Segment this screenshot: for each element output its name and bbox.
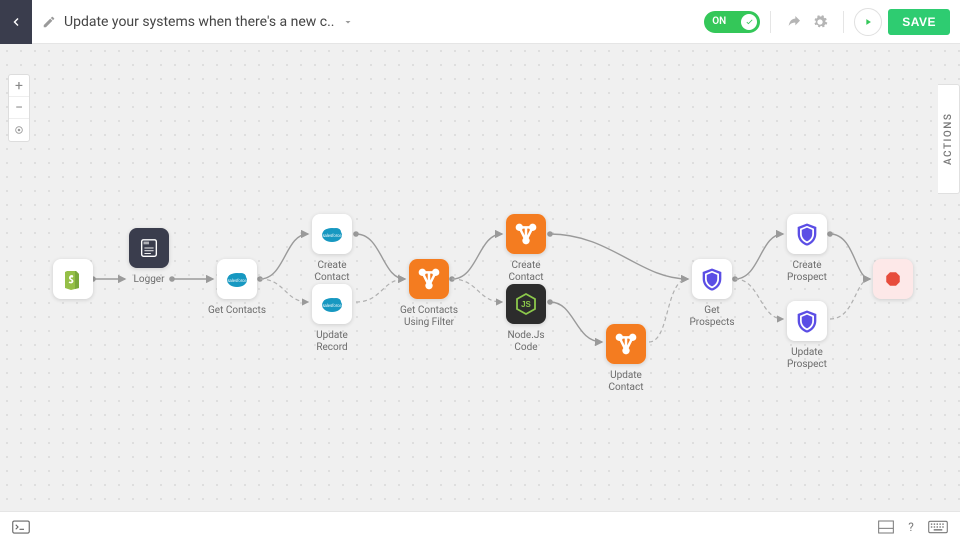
node-label: Get Contacts Using Filter — [398, 305, 460, 329]
node-label: Update Record — [301, 330, 363, 354]
divider — [770, 11, 771, 33]
node-label: Create Contact — [495, 260, 557, 284]
salesforce-icon — [316, 292, 348, 316]
stop-icon — [884, 270, 902, 288]
pencil-icon[interactable] — [42, 15, 56, 29]
svg-text:?: ? — [908, 520, 914, 534]
workflow-title[interactable]: Update your systems when there's a new c… — [64, 14, 334, 30]
topbar: Update your systems when there's a new c… — [0, 0, 960, 44]
run-button[interactable] — [854, 8, 882, 36]
layout-icon — [878, 520, 894, 534]
hubspot-icon — [409, 259, 449, 299]
node-label: Update Contact — [595, 370, 657, 394]
node-logger[interactable]: Logger — [118, 228, 180, 286]
zoom-target-button[interactable] — [9, 119, 29, 141]
check-icon — [745, 17, 754, 26]
pardot-icon — [698, 265, 726, 293]
zoom-in-button[interactable]: + — [9, 75, 29, 97]
node-update-record[interactable]: Update Record — [301, 284, 363, 354]
node-label: Get Prospects — [681, 305, 743, 329]
node-label: Create Prospect — [776, 260, 838, 284]
node-label: Node.Js Code — [495, 330, 557, 354]
node-get-prospects[interactable]: Get Prospects — [681, 259, 743, 329]
node-create-prospect[interactable]: Create Prospect — [776, 214, 838, 284]
save-button[interactable]: SAVE — [888, 9, 950, 35]
workflow-title-wrap: Update your systems when there's a new c… — [42, 14, 354, 30]
salesforce-icon — [221, 267, 253, 291]
salesforce-icon — [316, 222, 348, 246]
keyboard-icon — [928, 520, 948, 534]
share-icon — [786, 14, 802, 30]
zoom-out-button[interactable]: − — [9, 97, 29, 119]
actions-panel-toggle[interactable]: ACTIONS — [938, 84, 960, 194]
gear-icon — [812, 14, 828, 30]
bottombar: ? — [0, 511, 960, 541]
back-button[interactable] — [0, 0, 32, 44]
nodejs-icon: JS — [514, 292, 538, 316]
enabled-toggle[interactable]: ON — [704, 11, 760, 33]
panel-button[interactable] — [878, 520, 894, 534]
toggle-knob — [741, 14, 757, 30]
help-icon: ? — [904, 520, 918, 534]
chevron-left-icon — [10, 16, 22, 28]
zoom-controls: + − — [8, 74, 30, 142]
node-update-prospect[interactable]: Update Prospect — [776, 301, 838, 371]
node-update-contact[interactable]: Update Contact — [595, 324, 657, 394]
chevron-down-icon[interactable] — [342, 16, 354, 28]
settings-button[interactable] — [807, 9, 833, 35]
node-get-contacts-filter[interactable]: Get Contacts Using Filter — [398, 259, 460, 329]
node-label: Logger — [118, 274, 180, 286]
share-button[interactable] — [781, 9, 807, 35]
node-get-contacts[interactable]: Get Contacts — [206, 259, 268, 317]
terminal-icon — [12, 520, 30, 534]
node-label: Get Contacts — [206, 305, 268, 317]
shopify-icon — [61, 267, 85, 291]
hubspot-icon — [506, 214, 546, 254]
help-button[interactable]: ? — [904, 520, 918, 534]
console-button[interactable] — [12, 520, 30, 534]
keyboard-button[interactable] — [928, 520, 948, 534]
node-nodejs[interactable]: JS Node.Js Code — [495, 284, 557, 354]
target-icon — [14, 125, 24, 135]
svg-text:JS: JS — [521, 300, 531, 309]
node-trigger[interactable] — [42, 259, 104, 305]
divider — [843, 11, 844, 33]
pardot-icon — [793, 307, 821, 335]
hubspot-icon — [606, 324, 646, 364]
node-create-contact-sf[interactable]: Create Contact — [301, 214, 363, 284]
node-create-contact-hub[interactable]: Create Contact — [495, 214, 557, 284]
node-stop[interactable] — [862, 259, 924, 305]
toggle-label: ON — [712, 16, 726, 27]
pardot-icon — [793, 220, 821, 248]
node-label: Create Contact — [301, 260, 363, 284]
logger-icon — [138, 237, 160, 259]
node-label: Update Prospect — [776, 347, 838, 371]
play-icon — [863, 17, 873, 27]
workflow-canvas[interactable]: + − ACTIONS — [0, 44, 960, 511]
